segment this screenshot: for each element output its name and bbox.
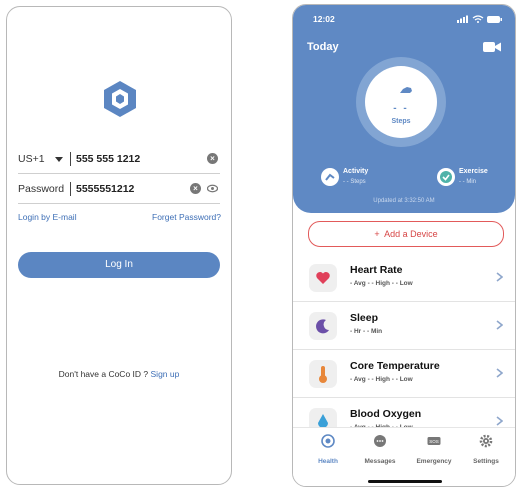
exercise-icon	[437, 168, 455, 186]
chevron-right-icon	[496, 368, 503, 378]
health-screen: 12:02 Today - - Steps Activity - - Steps…	[292, 4, 516, 487]
video-camera-icon[interactable]	[483, 41, 501, 53]
tab-label: Settings	[473, 458, 499, 465]
add-device-button[interactable]: + Add a Device	[308, 221, 504, 247]
heart-icon	[309, 264, 337, 292]
password-input[interactable]: 5555551212	[76, 183, 134, 195]
updated-text: Updated at 3:32:50 AM	[373, 198, 435, 204]
gear-icon	[479, 434, 493, 448]
activity-icon	[321, 168, 339, 186]
plus-icon: +	[374, 229, 380, 239]
tab-label: Messages	[364, 458, 396, 465]
clear-icon[interactable]: ×	[190, 183, 201, 194]
no-account-text: Don't have a CoCo ID ?	[58, 369, 149, 379]
card-title: Core Temperature	[350, 360, 440, 372]
phone-input[interactable]: 555 555 1212	[76, 153, 140, 165]
steps-ring[interactable]: - - Steps	[356, 57, 446, 147]
card-subtitle: - Avg - - High - - Low	[350, 280, 413, 287]
forgot-password-link[interactable]: Forget Password?	[152, 212, 221, 222]
add-device-label: Add a Device	[384, 229, 438, 239]
phone-row: US+1 555 555 1212 ×	[18, 147, 220, 174]
tab-messages[interactable]: Messages	[355, 434, 405, 465]
card-subtitle: - Hr - - Min	[350, 328, 383, 335]
shoe-icon	[400, 87, 412, 93]
exercise-value: - - Min	[459, 179, 476, 185]
card-heart-rate[interactable]: Heart Rate - Avg - - High - - Low	[293, 255, 515, 302]
status-icons	[457, 15, 502, 23]
message-icon	[374, 435, 386, 447]
chevron-down-icon[interactable]	[55, 157, 63, 162]
sign-up-link[interactable]: Sign up	[151, 369, 180, 379]
card-subtitle: - Avg - - High - - Low	[350, 376, 413, 383]
page-title: Today	[307, 41, 339, 53]
exercise-label: Exercise	[459, 168, 488, 175]
summary-panel: 12:02 Today - - Steps Activity - - Steps…	[293, 5, 515, 213]
moon-icon	[309, 312, 337, 340]
home-indicator	[368, 480, 442, 483]
steps-label: Steps	[391, 118, 411, 125]
tab-label: Emergency	[416, 458, 452, 465]
card-title: Heart Rate	[350, 264, 403, 276]
status-time: 12:02	[313, 14, 335, 24]
card-title: Blood Oxygen	[350, 408, 422, 420]
health-icon	[321, 434, 335, 448]
steps-value: - -	[393, 103, 409, 114]
country-code-select[interactable]: US+1	[18, 153, 45, 165]
divider	[70, 152, 71, 166]
activity-value: - - Steps	[343, 179, 366, 185]
tab-label: Health	[318, 458, 338, 465]
signup-prompt: Don't have a CoCo ID ? Sign up	[7, 369, 231, 379]
activity-label: Activity	[343, 168, 369, 175]
coco-logo-icon	[104, 81, 136, 117]
tab-health[interactable]: Health	[303, 434, 353, 465]
clear-icon[interactable]: ×	[207, 153, 218, 164]
chevron-right-icon	[496, 272, 503, 282]
svg-text:SOS: SOS	[429, 439, 439, 444]
login-screen: US+1 555 555 1212 × Password 5555551212 …	[6, 6, 232, 485]
chevron-right-icon	[496, 320, 503, 330]
password-row: Password 5555551212 ×	[18, 177, 220, 204]
password-label: Password	[18, 183, 65, 195]
sos-icon: SOS	[427, 437, 441, 445]
eye-icon[interactable]	[207, 183, 218, 194]
login-email-link[interactable]: Login by E-mail	[18, 212, 77, 222]
thermometer-icon	[309, 360, 337, 388]
tab-emergency[interactable]: SOS Emergency	[409, 434, 459, 465]
card-core-temperature[interactable]: Core Temperature - Avg - - High - - Low	[293, 351, 515, 398]
chevron-right-icon	[496, 416, 503, 426]
divider	[70, 182, 71, 196]
card-sleep[interactable]: Sleep - Hr - - Min	[293, 303, 515, 350]
login-button[interactable]: Log In	[18, 252, 220, 278]
card-title: Sleep	[350, 312, 379, 324]
tab-settings[interactable]: Settings	[461, 434, 511, 465]
tab-bar: Health Messages SOS Emergency Settings	[293, 427, 515, 486]
